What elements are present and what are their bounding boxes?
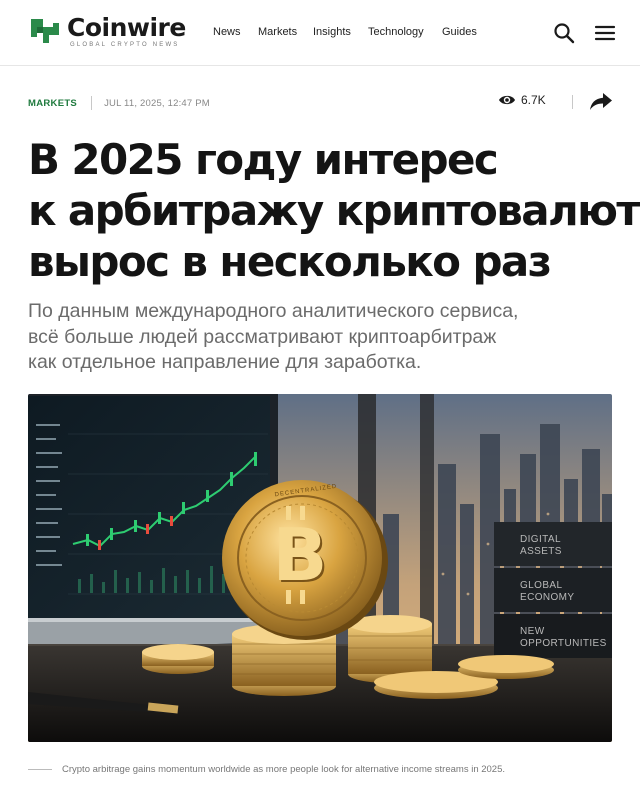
nav-item-insights[interactable]: Insights xyxy=(313,26,351,38)
nav-item-guides[interactable]: Guides xyxy=(442,26,477,38)
brand-tagline: GLOBAL CRYPTO NEWS xyxy=(70,41,180,48)
nav-item-news[interactable]: News xyxy=(213,26,241,38)
coinwire-logo-icon xyxy=(31,19,59,43)
article-meta: MARKETS JUL 11, 2025, 12:47 PM xyxy=(28,96,210,110)
site-header: Coinwire GLOBAL CRYPTO NEWS News Markets… xyxy=(0,0,640,66)
lead-line: всё больше людей рассматривают криптоарб… xyxy=(28,325,497,348)
publish-date: JUL 11, 2025, 12:47 PM xyxy=(104,97,210,109)
brand-name: Coinwire xyxy=(67,12,186,42)
eye-icon xyxy=(499,95,515,105)
image-label-new-opportunities: NEW OPPORTUNITIES xyxy=(520,626,607,649)
caption-rule xyxy=(28,769,52,770)
title-line: вырос в несколько раз xyxy=(28,237,552,286)
category-link[interactable]: MARKETS xyxy=(28,98,77,109)
image-caption: Crypto arbitrage gains momentum worldwid… xyxy=(28,764,505,775)
lead-line: как отдельное направление для заработка. xyxy=(28,351,422,373)
hero-image: B B DECENTRALIZED DIGITAL ASSETS GLOBAL … xyxy=(28,394,612,742)
view-count-value: 6.7K xyxy=(521,93,546,107)
hamburger-menu-icon[interactable] xyxy=(594,22,616,44)
nav-item-markets[interactable]: Markets xyxy=(258,26,297,38)
article-title: В 2025 году интерес к арбитражу криптова… xyxy=(28,134,640,287)
view-count: 6.7K xyxy=(498,93,546,107)
caption-text: Crypto arbitrage gains momentum worldwid… xyxy=(62,764,506,775)
title-line: В 2025 году интерес xyxy=(28,135,499,184)
meta-divider-2 xyxy=(572,95,573,109)
site-logo[interactable]: Coinwire GLOBAL CRYPTO NEWS xyxy=(27,13,186,49)
svg-text:B: B xyxy=(273,513,328,597)
article-lead: По данным международного аналитического … xyxy=(28,299,618,376)
lead-line: По данным международного аналитического … xyxy=(28,300,519,322)
title-line: к арбитражу криптовалют xyxy=(28,186,640,235)
share-icon[interactable] xyxy=(589,91,613,111)
image-label-digital-assets: DIGITAL ASSETS xyxy=(520,534,562,557)
search-icon[interactable] xyxy=(553,22,575,44)
image-label-global-economy: GLOBAL ECONOMY xyxy=(520,580,575,603)
meta-divider xyxy=(91,96,93,110)
nav-item-technology[interactable]: Technology xyxy=(368,26,424,38)
